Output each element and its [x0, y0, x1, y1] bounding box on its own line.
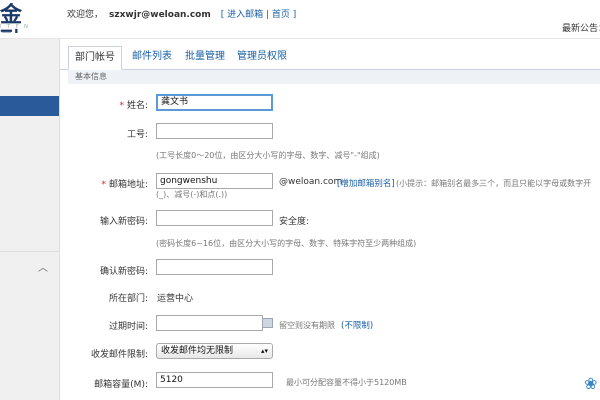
- brand-logo-subtext: I T F N: [0, 24, 30, 30]
- confirm-password-label: 确认新密码:: [99, 267, 148, 277]
- new-password-input[interactable]: [156, 210, 273, 226]
- expiry-input[interactable]: [156, 315, 263, 331]
- confirm-password-input[interactable]: [156, 259, 273, 275]
- no-limit-link[interactable]: (不限制): [341, 319, 373, 331]
- name-label-text: 姓名:: [126, 101, 148, 111]
- expiry-hint: 留空则没有期限: [279, 321, 335, 330]
- mail-limit-selected: 收发邮件均无限制: [161, 346, 234, 356]
- security-level-label: 安全度:: [279, 217, 310, 227]
- add-alias-link[interactable]: [增加邮箱别名]: [337, 177, 395, 189]
- tab-admin-permissions[interactable]: 管理员权限: [237, 46, 287, 68]
- tab-department-accounts[interactable]: 部门帐号: [68, 46, 122, 70]
- name-input[interactable]: 龚文书: [156, 94, 273, 111]
- tab-batch-management[interactable]: 批量管理: [185, 46, 225, 68]
- capacity-hint: 最小可分配容量不得小于5120MB: [286, 378, 407, 387]
- email-label-text: 邮箱地址:: [108, 180, 148, 190]
- password-hint: (密码长度6~16位，由区分大小写的字母、数字、特殊字符至少两种组成): [156, 239, 417, 248]
- name-label: * 姓名:: [28, 98, 148, 111]
- section-title-basic-info: 基本信息: [68, 70, 600, 84]
- assistant-icon[interactable]: ❀: [584, 374, 597, 393]
- required-mark: *: [101, 180, 106, 190]
- mail-limit-select[interactable]: 收发邮件均无限制 ▴▾: [156, 343, 273, 359]
- calendar-icon[interactable]: [262, 318, 273, 328]
- department-value: 运营中心: [157, 294, 194, 304]
- job-number-label: 工号:: [126, 130, 148, 140]
- tab-mail-list[interactable]: 邮件列表: [132, 46, 172, 68]
- sidebar-divider: [0, 251, 59, 252]
- job-number-input[interactable]: [156, 123, 273, 139]
- expiry-label: 过期时间:: [108, 322, 148, 332]
- chevron-updown-icon: ▴▾: [260, 347, 268, 355]
- email-hint-continued: (_)、减号(-)和点(.)): [156, 190, 228, 199]
- mail-limit-label: 收发邮件限制:: [90, 350, 148, 360]
- required-mark: *: [119, 101, 124, 111]
- welcome-text: 欢迎您，: [67, 10, 104, 20]
- email-input[interactable]: gongwenshu: [156, 173, 273, 189]
- user-email: szxwjr@weloan.com: [109, 10, 211, 20]
- capacity-label: 邮箱容量(M):: [94, 380, 148, 390]
- new-password-label: 输入新密码:: [99, 217, 148, 227]
- email-domain: @weloan.com: [279, 177, 343, 187]
- welcome-bar: 欢迎您， szxwjr@weloan.com [ 进入邮箱 | 首页 ]: [67, 7, 296, 20]
- email-hint: (小提示：邮箱别名最多三个，而且只能以字母或数字开: [396, 179, 592, 188]
- capacity-input[interactable]: 5120: [156, 372, 273, 388]
- department-label: 所在部门:: [108, 294, 148, 304]
- header-links[interactable]: [ 进入邮箱 | 首页 ]: [221, 10, 297, 20]
- email-label: * 邮箱地址:: [28, 177, 148, 190]
- announcement-label: 最新公告：: [562, 24, 600, 34]
- job-number-hint: (工号长度0～20位，由区分大小写的字母、数字、减号"-"组成): [156, 151, 380, 160]
